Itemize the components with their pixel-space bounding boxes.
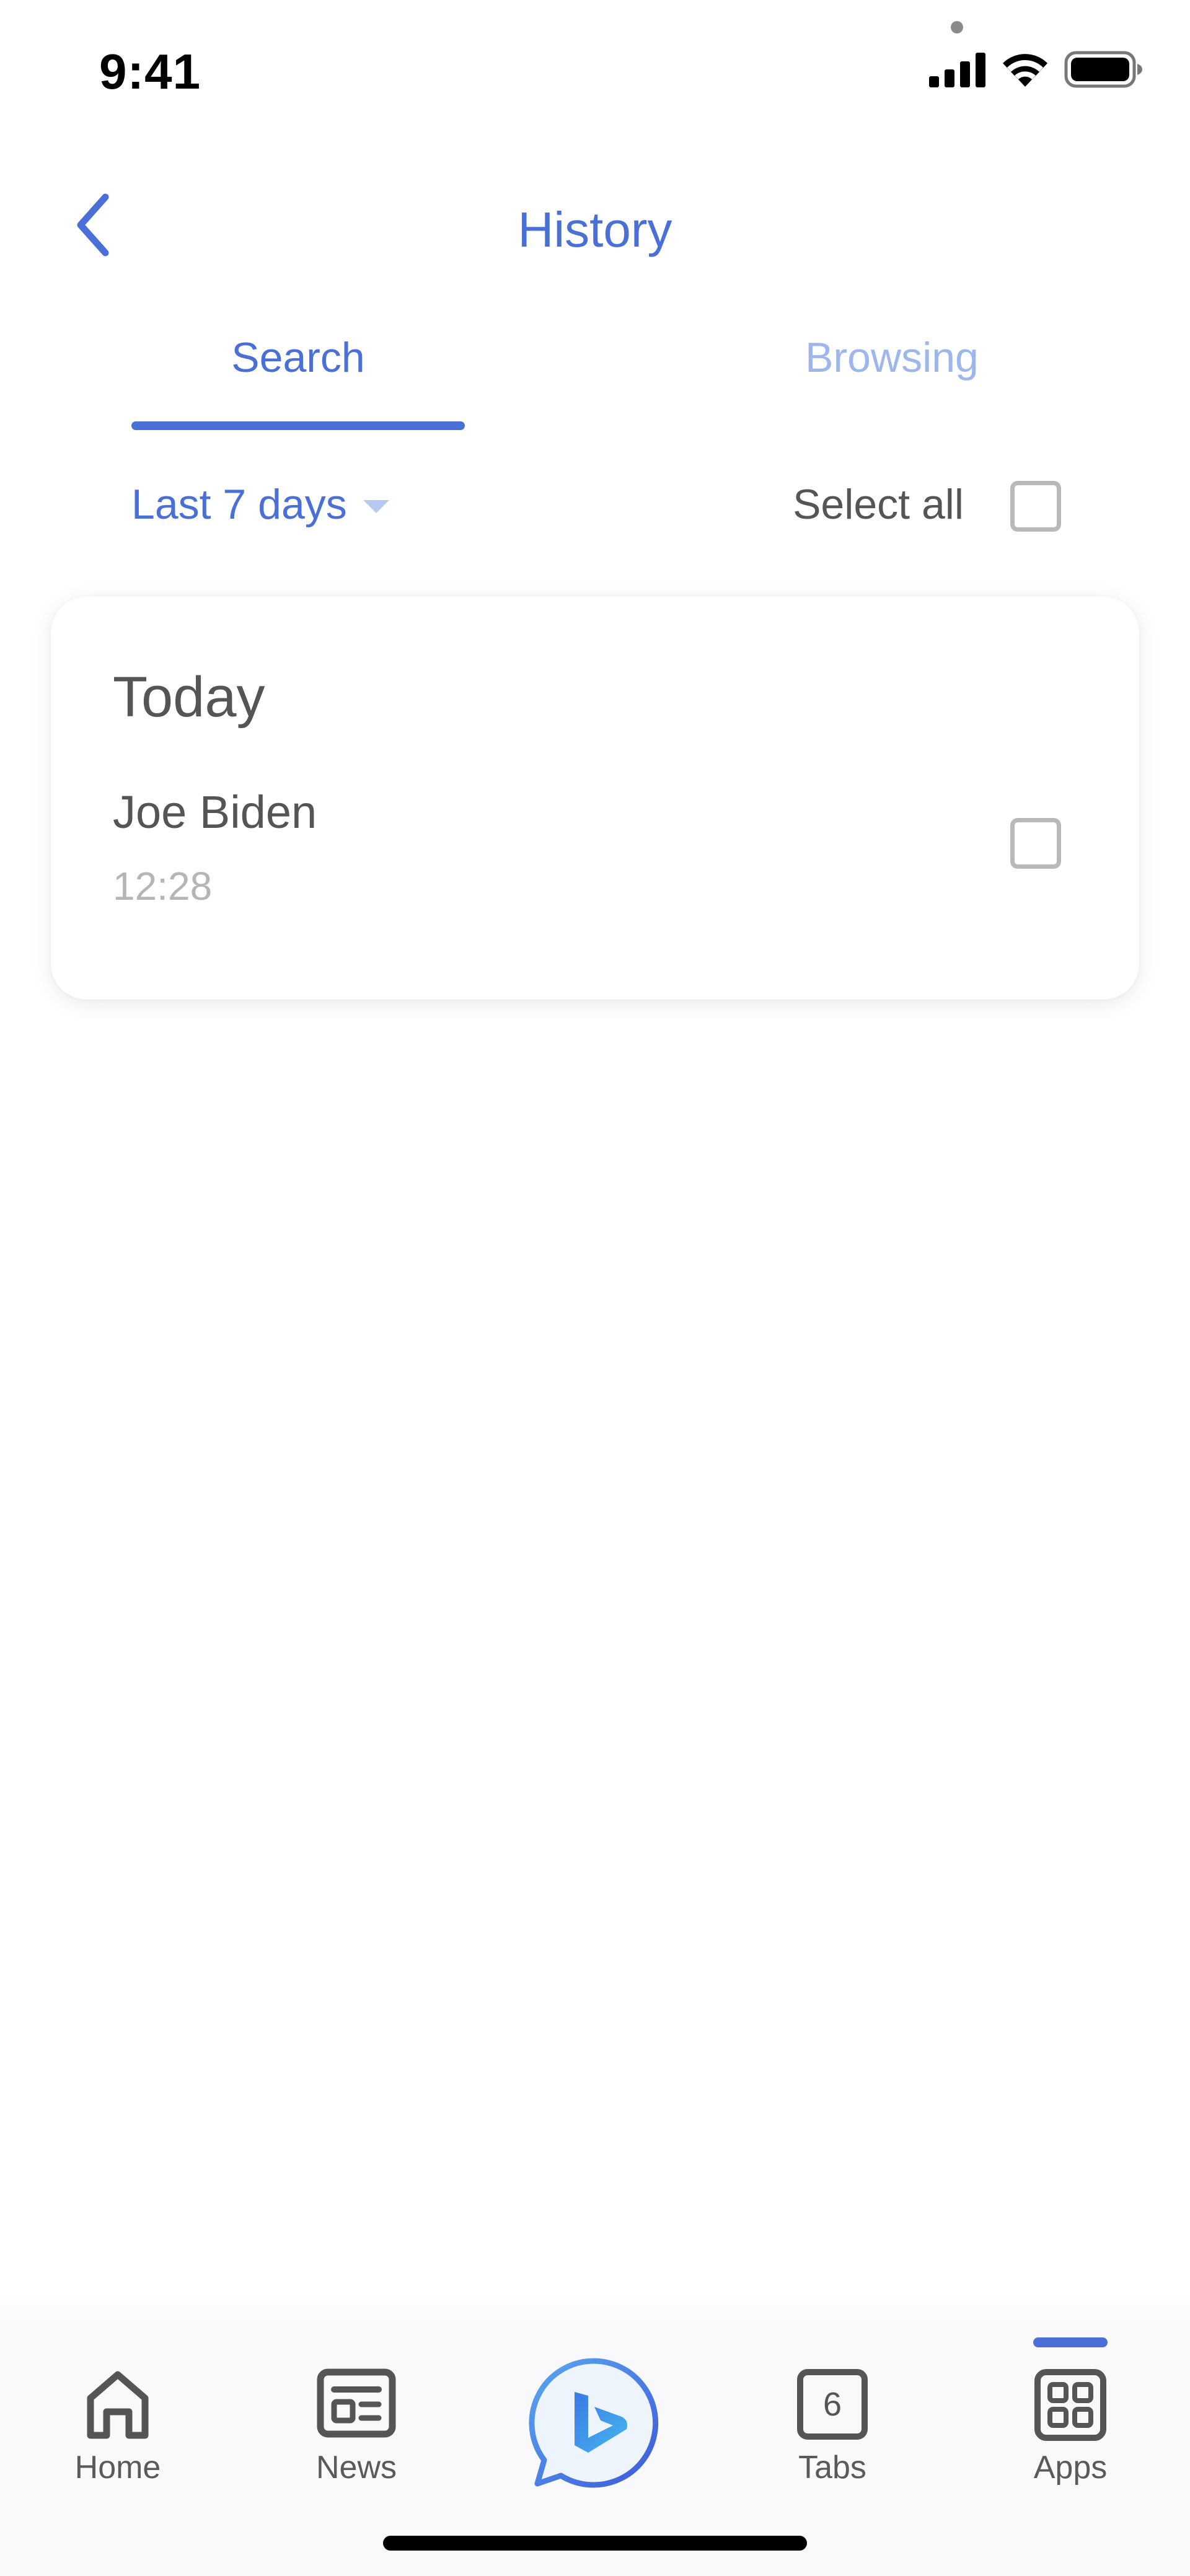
nav-news-label: News (315, 2450, 397, 2486)
select-all-label: Select all (793, 481, 964, 528)
entry-time: 12:28 (113, 864, 213, 908)
apps-grid-icon (1034, 2368, 1107, 2445)
active-nav-indicator (1033, 2337, 1108, 2347)
status-icons (929, 51, 1144, 88)
bing-chat-icon (529, 2358, 661, 2501)
history-group-card: Today Joe Biden 12:28 (51, 597, 1139, 1000)
select-all-checkbox[interactable] (1010, 481, 1061, 532)
bottom-nav-shadow (0, 2293, 1190, 2330)
entry-title: Joe Biden (113, 786, 317, 838)
history-entry[interactable]: Joe Biden 12:28 (51, 786, 1139, 947)
history-screen: 9:41 History Search Browsing Last 7 days… (0, 0, 1190, 2576)
camera-indicator-dot (951, 21, 963, 33)
wifi-icon (1000, 51, 1051, 88)
nav-apps[interactable]: Apps (990, 2325, 1151, 2511)
page-title: History (518, 202, 672, 257)
active-tab-indicator (131, 421, 465, 430)
home-indicator-bar (383, 2536, 807, 2551)
nav-news[interactable]: News (276, 2325, 437, 2511)
battery-icon (1064, 51, 1144, 88)
caret-down-icon (363, 499, 389, 513)
date-range-dropdown[interactable]: Last 7 days (131, 480, 389, 529)
entry-checkbox[interactable] (1010, 818, 1061, 869)
tab-search[interactable]: Search (131, 333, 465, 382)
cellular-signal-icon (929, 51, 986, 87)
tab-browsing[interactable]: Browsing (725, 333, 1059, 382)
nav-home[interactable]: Home (37, 2325, 198, 2511)
nav-tabs-label: Tabs (798, 2450, 866, 2486)
tabs-count: 6 (822, 2386, 842, 2423)
date-range-label: Last 7 days (131, 481, 347, 528)
news-icon (317, 2368, 396, 2441)
nav-tabs[interactable]: 6 Tabs (752, 2325, 913, 2511)
home-icon (83, 2368, 152, 2443)
tabs-icon: 6 (796, 2368, 868, 2440)
bing-chat-button[interactable] (529, 2356, 661, 2499)
status-time: 9:41 (99, 44, 201, 99)
nav-apps-label: Apps (1033, 2450, 1108, 2486)
group-heading: Today (113, 666, 265, 729)
nav-home-label: Home (74, 2450, 161, 2486)
